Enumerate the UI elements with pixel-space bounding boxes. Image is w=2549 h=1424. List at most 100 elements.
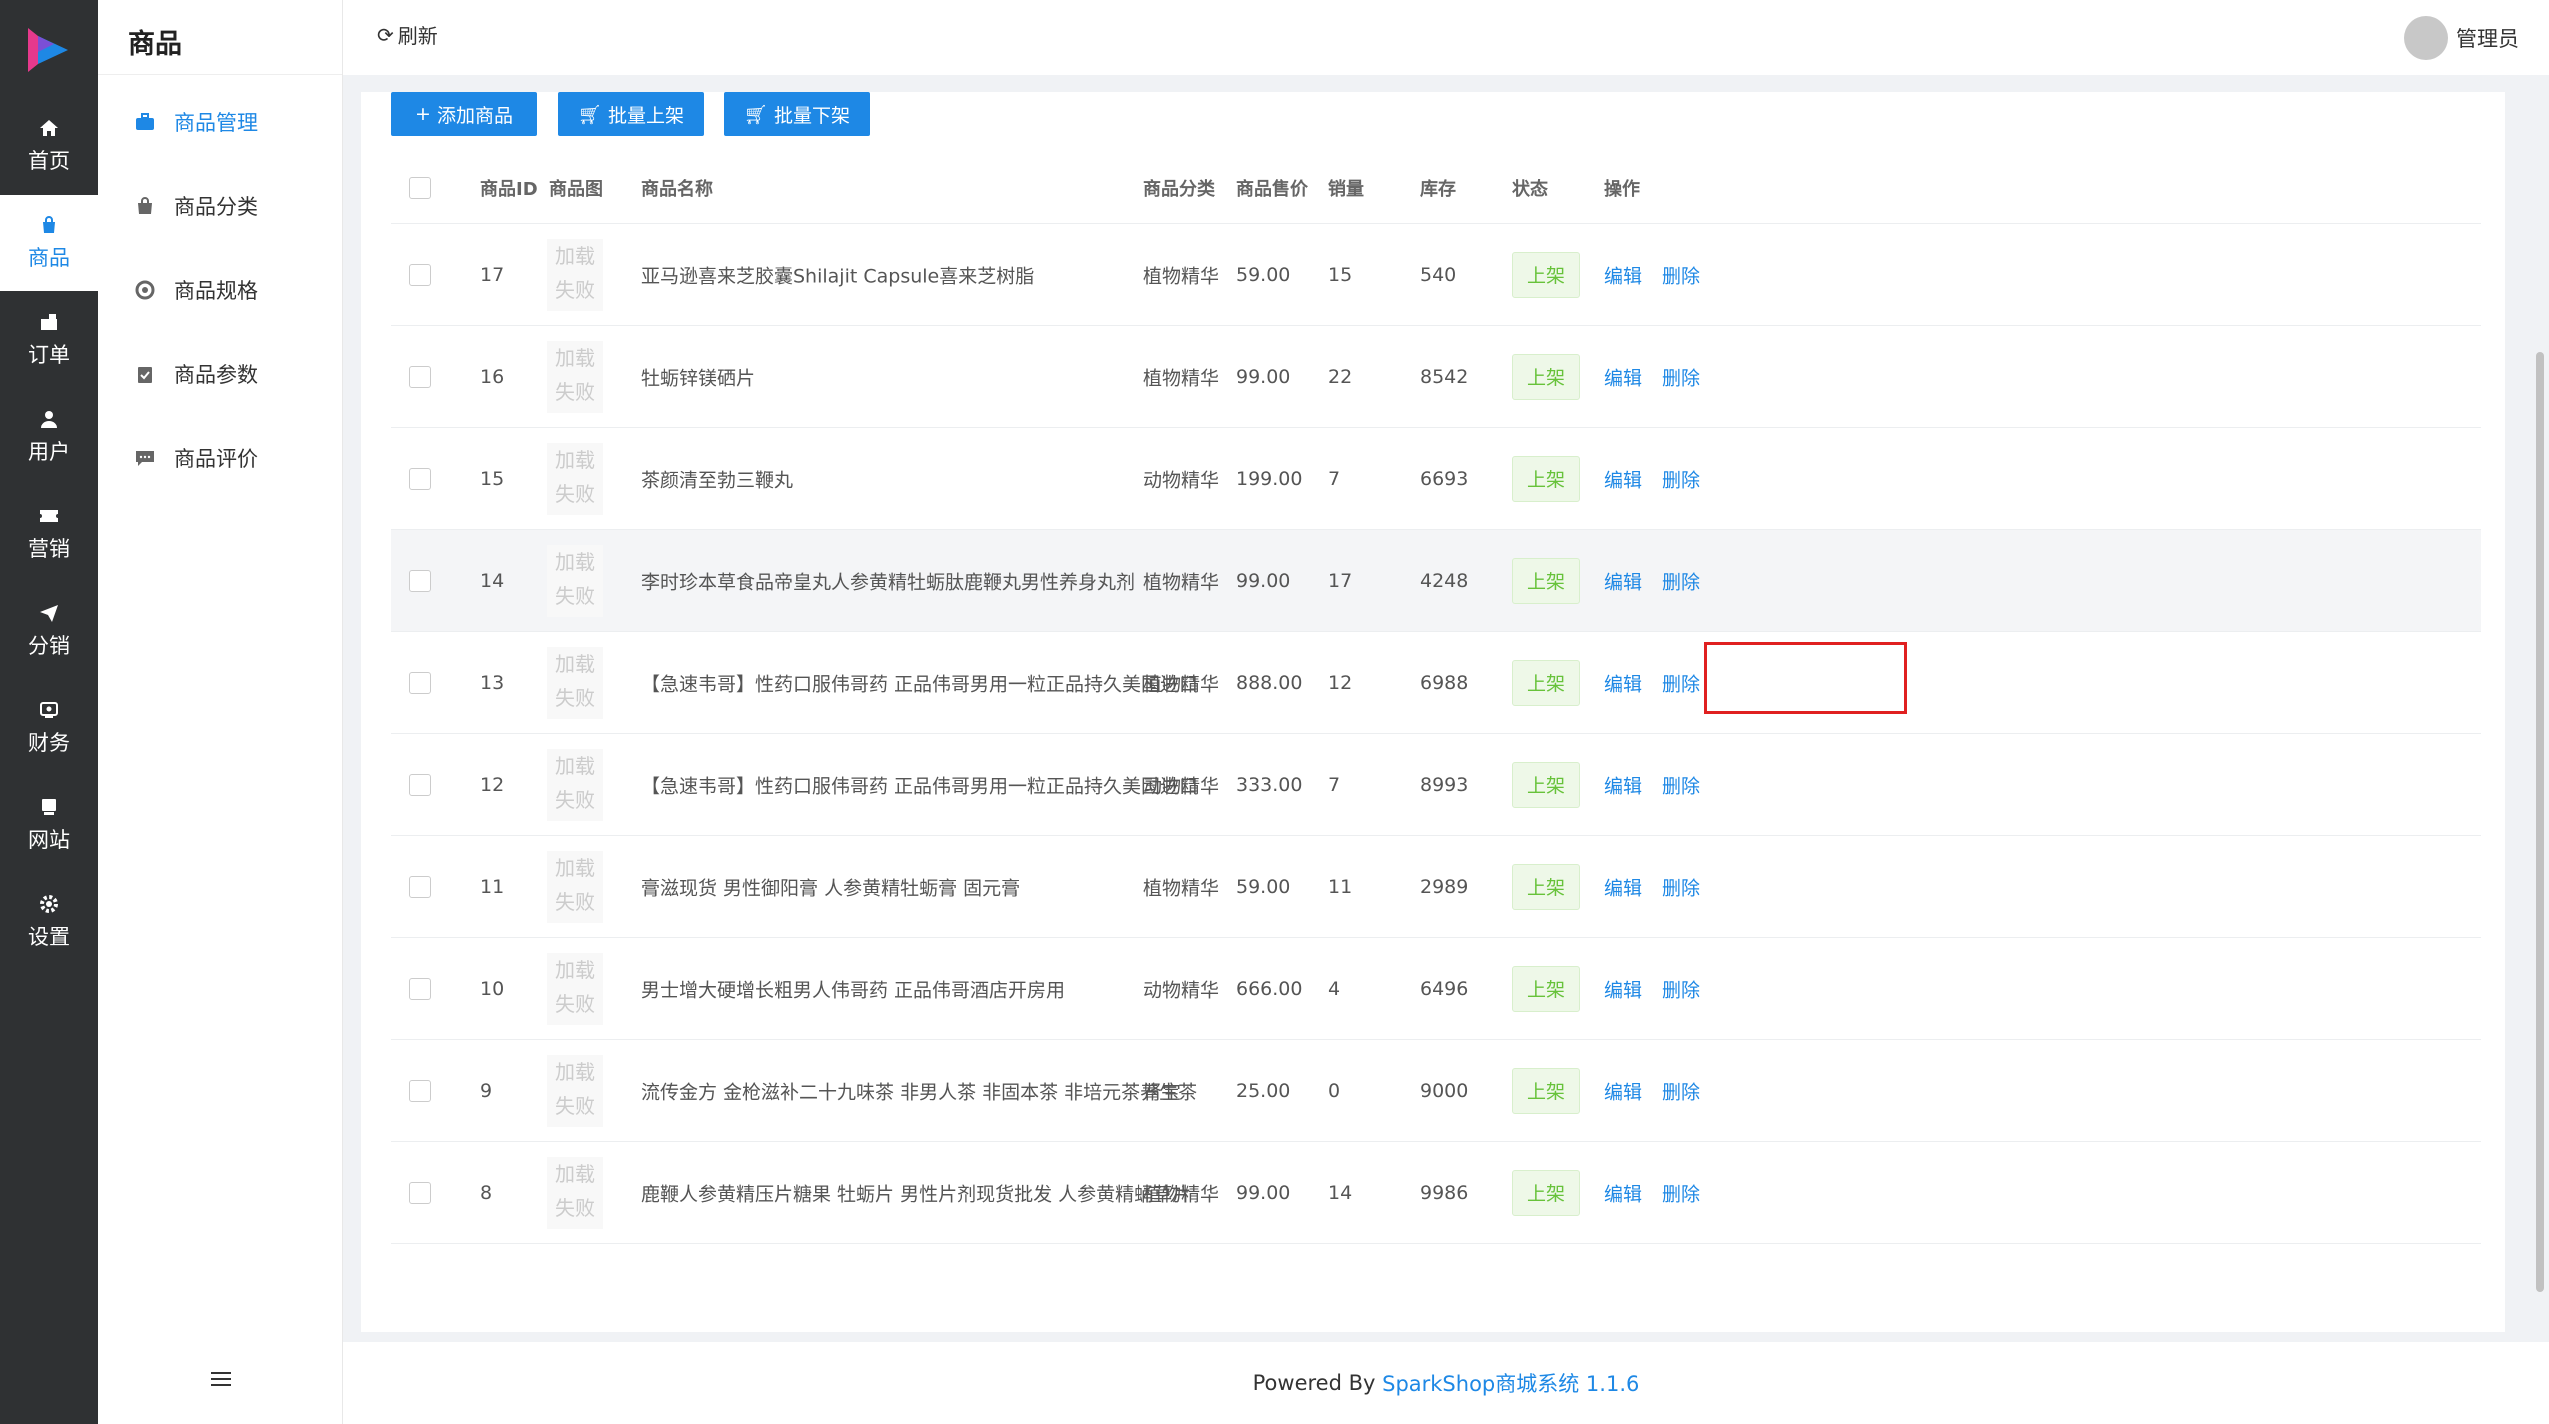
status-badge[interactable]: 上架 xyxy=(1512,1169,1580,1216)
delete-link[interactable]: 删除 xyxy=(1662,975,1700,1002)
edit-link[interactable]: 编辑 xyxy=(1604,669,1642,696)
order-icon xyxy=(41,314,57,330)
status-badge[interactable]: 上架 xyxy=(1512,353,1580,400)
edit-link[interactable]: 编辑 xyxy=(1604,771,1642,798)
table-row[interactable]: 14 加载 失败 李时珍本草食品帝皇丸人参黄精牡蛎肽鹿鞭丸男性养身丸剂 植物精华 99.0… xyxy=(391,530,2481,632)
status-badge[interactable]: 上架 xyxy=(1512,965,1580,1012)
status-badge[interactable]: 上架 xyxy=(1512,557,1580,604)
edit-link[interactable]: 编辑 xyxy=(1604,975,1642,1002)
edit-link[interactable]: 编辑 xyxy=(1604,567,1642,594)
image-error-text: 失败 xyxy=(555,277,595,302)
batch-on-button[interactable]: 🛒︎ 批量上架 xyxy=(558,92,704,136)
table-row[interactable]: 15 加载 失败 茶颜清至勃三鞭丸 动物精华 199.00 7 6693 上架 编辑 删除 xyxy=(391,428,2481,530)
delete-link[interactable]: 删除 xyxy=(1662,465,1700,492)
row-checkbox[interactable] xyxy=(409,875,431,898)
cart-icon: 🛒︎ xyxy=(577,103,603,126)
batch-off-button[interactable]: 🛒︎ 批量下架 xyxy=(724,92,870,136)
delete-link[interactable]: 删除 xyxy=(1662,261,1700,288)
product-sales: 0 xyxy=(1328,1079,1341,1102)
collapse-menu-button[interactable] xyxy=(98,1334,343,1424)
product-sales: 11 xyxy=(1328,875,1353,898)
sidebar-item-2[interactable]: 商品规格 xyxy=(98,260,343,320)
rail-item-label: 订单 xyxy=(28,343,70,367)
table-row[interactable]: 10 加载 失败 男士增大硬增长粗男人伟哥药 正品伟哥酒店开房用 动物精华 666.00 4… xyxy=(391,938,2481,1040)
table-row[interactable]: 11 加载 失败 膏滋现货 男性御阳膏 人参黄精牡蛎膏 固元膏 植物精华 59.00 11 2… xyxy=(391,836,2481,938)
rail-item-2[interactable]: 订单 xyxy=(0,292,98,388)
sidebar-item-0[interactable]: 商品管理 xyxy=(98,92,343,152)
table-row[interactable]: 9 加载 失败 流传金方 金枪滋补二十九味茶 非男人茶 非固本茶 非培元茶养生茶 肾宝 2… xyxy=(391,1040,2481,1142)
rail-item-1[interactable]: 商品 xyxy=(0,195,98,291)
row-checkbox[interactable] xyxy=(409,365,431,388)
product-price: 333.00 xyxy=(1236,773,1303,796)
row-checkbox[interactable] xyxy=(409,773,431,796)
select-all-checkbox[interactable] xyxy=(409,176,431,199)
edit-link[interactable]: 编辑 xyxy=(1604,1077,1642,1104)
product-id: 13 xyxy=(480,671,505,694)
sidebar-item-1[interactable]: 商品分类 xyxy=(98,176,343,236)
column-header: 销量 xyxy=(1328,178,1364,200)
rail-item-8[interactable]: 设置 xyxy=(0,874,98,970)
rail-item-4[interactable]: 营销 xyxy=(0,486,98,582)
rail-item-7[interactable]: 网站 xyxy=(0,777,98,873)
user-menu[interactable]: 管理员 xyxy=(2404,16,2519,60)
delete-link[interactable]: 删除 xyxy=(1662,873,1700,900)
delete-link[interactable]: 删除 xyxy=(1662,567,1700,594)
rail-item-6[interactable]: 财务 xyxy=(0,680,98,776)
sidebar-item-4[interactable]: 商品评价 xyxy=(98,428,343,488)
delete-link[interactable]: 删除 xyxy=(1662,1179,1700,1206)
table-row[interactable]: 12 加载 失败 【急速韦哥】性药口服伟哥药 正品伟哥男用一粒正品持久美国进口 动物精华… xyxy=(391,734,2481,836)
status-badge[interactable]: 上架 xyxy=(1512,251,1580,298)
briefcase-icon xyxy=(136,113,154,130)
edit-link[interactable]: 编辑 xyxy=(1604,261,1642,288)
ticket-icon xyxy=(40,510,58,522)
column-header: 商品售价 xyxy=(1236,178,1308,200)
product-category: 肾宝 xyxy=(1143,1081,1182,1103)
add-product-button[interactable]: + 添加商品 xyxy=(391,92,537,136)
delete-link[interactable]: 删除 xyxy=(1662,1077,1700,1104)
product-name: 牡蛎锌镁硒片 xyxy=(641,367,756,389)
column-header: 商品名称 xyxy=(641,178,713,200)
app-logo[interactable] xyxy=(24,22,76,78)
delete-link[interactable]: 删除 xyxy=(1662,363,1700,390)
send-icon xyxy=(40,605,58,622)
footer: Powered By SparkShop商城系统 1.1.6 xyxy=(343,1342,2549,1424)
row-checkbox[interactable] xyxy=(409,263,431,286)
row-checkbox[interactable] xyxy=(409,977,431,1000)
product-stock: 2989 xyxy=(1420,875,1469,898)
status-badge[interactable]: 上架 xyxy=(1512,761,1580,808)
table-row[interactable]: 13 加载 失败 【急速韦哥】性药口服伟哥药 正品伟哥男用一粒正品持久美国进口 植物精华… xyxy=(391,632,2481,734)
sidebar-item-label: 商品参数 xyxy=(174,363,258,387)
row-checkbox[interactable] xyxy=(409,671,431,694)
image-error-text: 失败 xyxy=(555,991,595,1016)
edit-link[interactable]: 编辑 xyxy=(1604,465,1642,492)
scrollbar-thumb[interactable] xyxy=(2536,352,2544,1292)
status-badge[interactable]: 上架 xyxy=(1512,863,1580,910)
product-price: 99.00 xyxy=(1236,569,1291,592)
row-checkbox[interactable] xyxy=(409,1079,431,1102)
row-checkbox[interactable] xyxy=(409,569,431,592)
edit-link[interactable]: 编辑 xyxy=(1604,363,1642,390)
rail-item-3[interactable]: 用户 xyxy=(0,389,98,485)
row-checkbox[interactable] xyxy=(409,467,431,490)
table-row[interactable]: 8 加载 失败 鹿鞭人参黄精压片糖果 牡蛎片 男性片剂现货批发 人参黄精蛹草片 植物精华… xyxy=(391,1142,2481,1244)
rail-item-0[interactable]: 首页 xyxy=(0,98,98,194)
sidebar-item-3[interactable]: 商品参数 xyxy=(98,344,343,404)
product-name: 膏滋现货 男性御阳膏 人参黄精牡蛎膏 固元膏 xyxy=(641,877,1021,899)
product-sales: 14 xyxy=(1328,1181,1353,1204)
footer-link[interactable]: SparkShop商城系统 1.1.6 xyxy=(1382,1368,1639,1398)
edit-link[interactable]: 编辑 xyxy=(1604,1179,1642,1206)
scrollbar[interactable] xyxy=(2529,92,2549,1332)
rail-item-5[interactable]: 分销 xyxy=(0,583,98,679)
comment-icon xyxy=(136,451,154,466)
status-badge[interactable]: 上架 xyxy=(1512,455,1580,502)
refresh-button[interactable]: ⟳ 刷新 xyxy=(377,20,438,49)
edit-link[interactable]: 编辑 xyxy=(1604,873,1642,900)
delete-link[interactable]: 删除 xyxy=(1662,771,1700,798)
table-row[interactable]: 16 加载 失败 牡蛎锌镁硒片 植物精华 99.00 22 8542 上架 编辑 删除 xyxy=(391,326,2481,428)
status-badge[interactable]: 上架 xyxy=(1512,659,1580,706)
delete-link[interactable]: 删除 xyxy=(1662,669,1700,696)
row-checkbox[interactable] xyxy=(409,1181,431,1204)
batch-off-label: 批量下架 xyxy=(774,104,851,127)
status-badge[interactable]: 上架 xyxy=(1512,1067,1580,1114)
table-row[interactable]: 17 加载 失败 亚马逊喜来芝胶囊Shilajit Capsule喜来芝树脂 植物精华 5… xyxy=(391,224,2481,326)
